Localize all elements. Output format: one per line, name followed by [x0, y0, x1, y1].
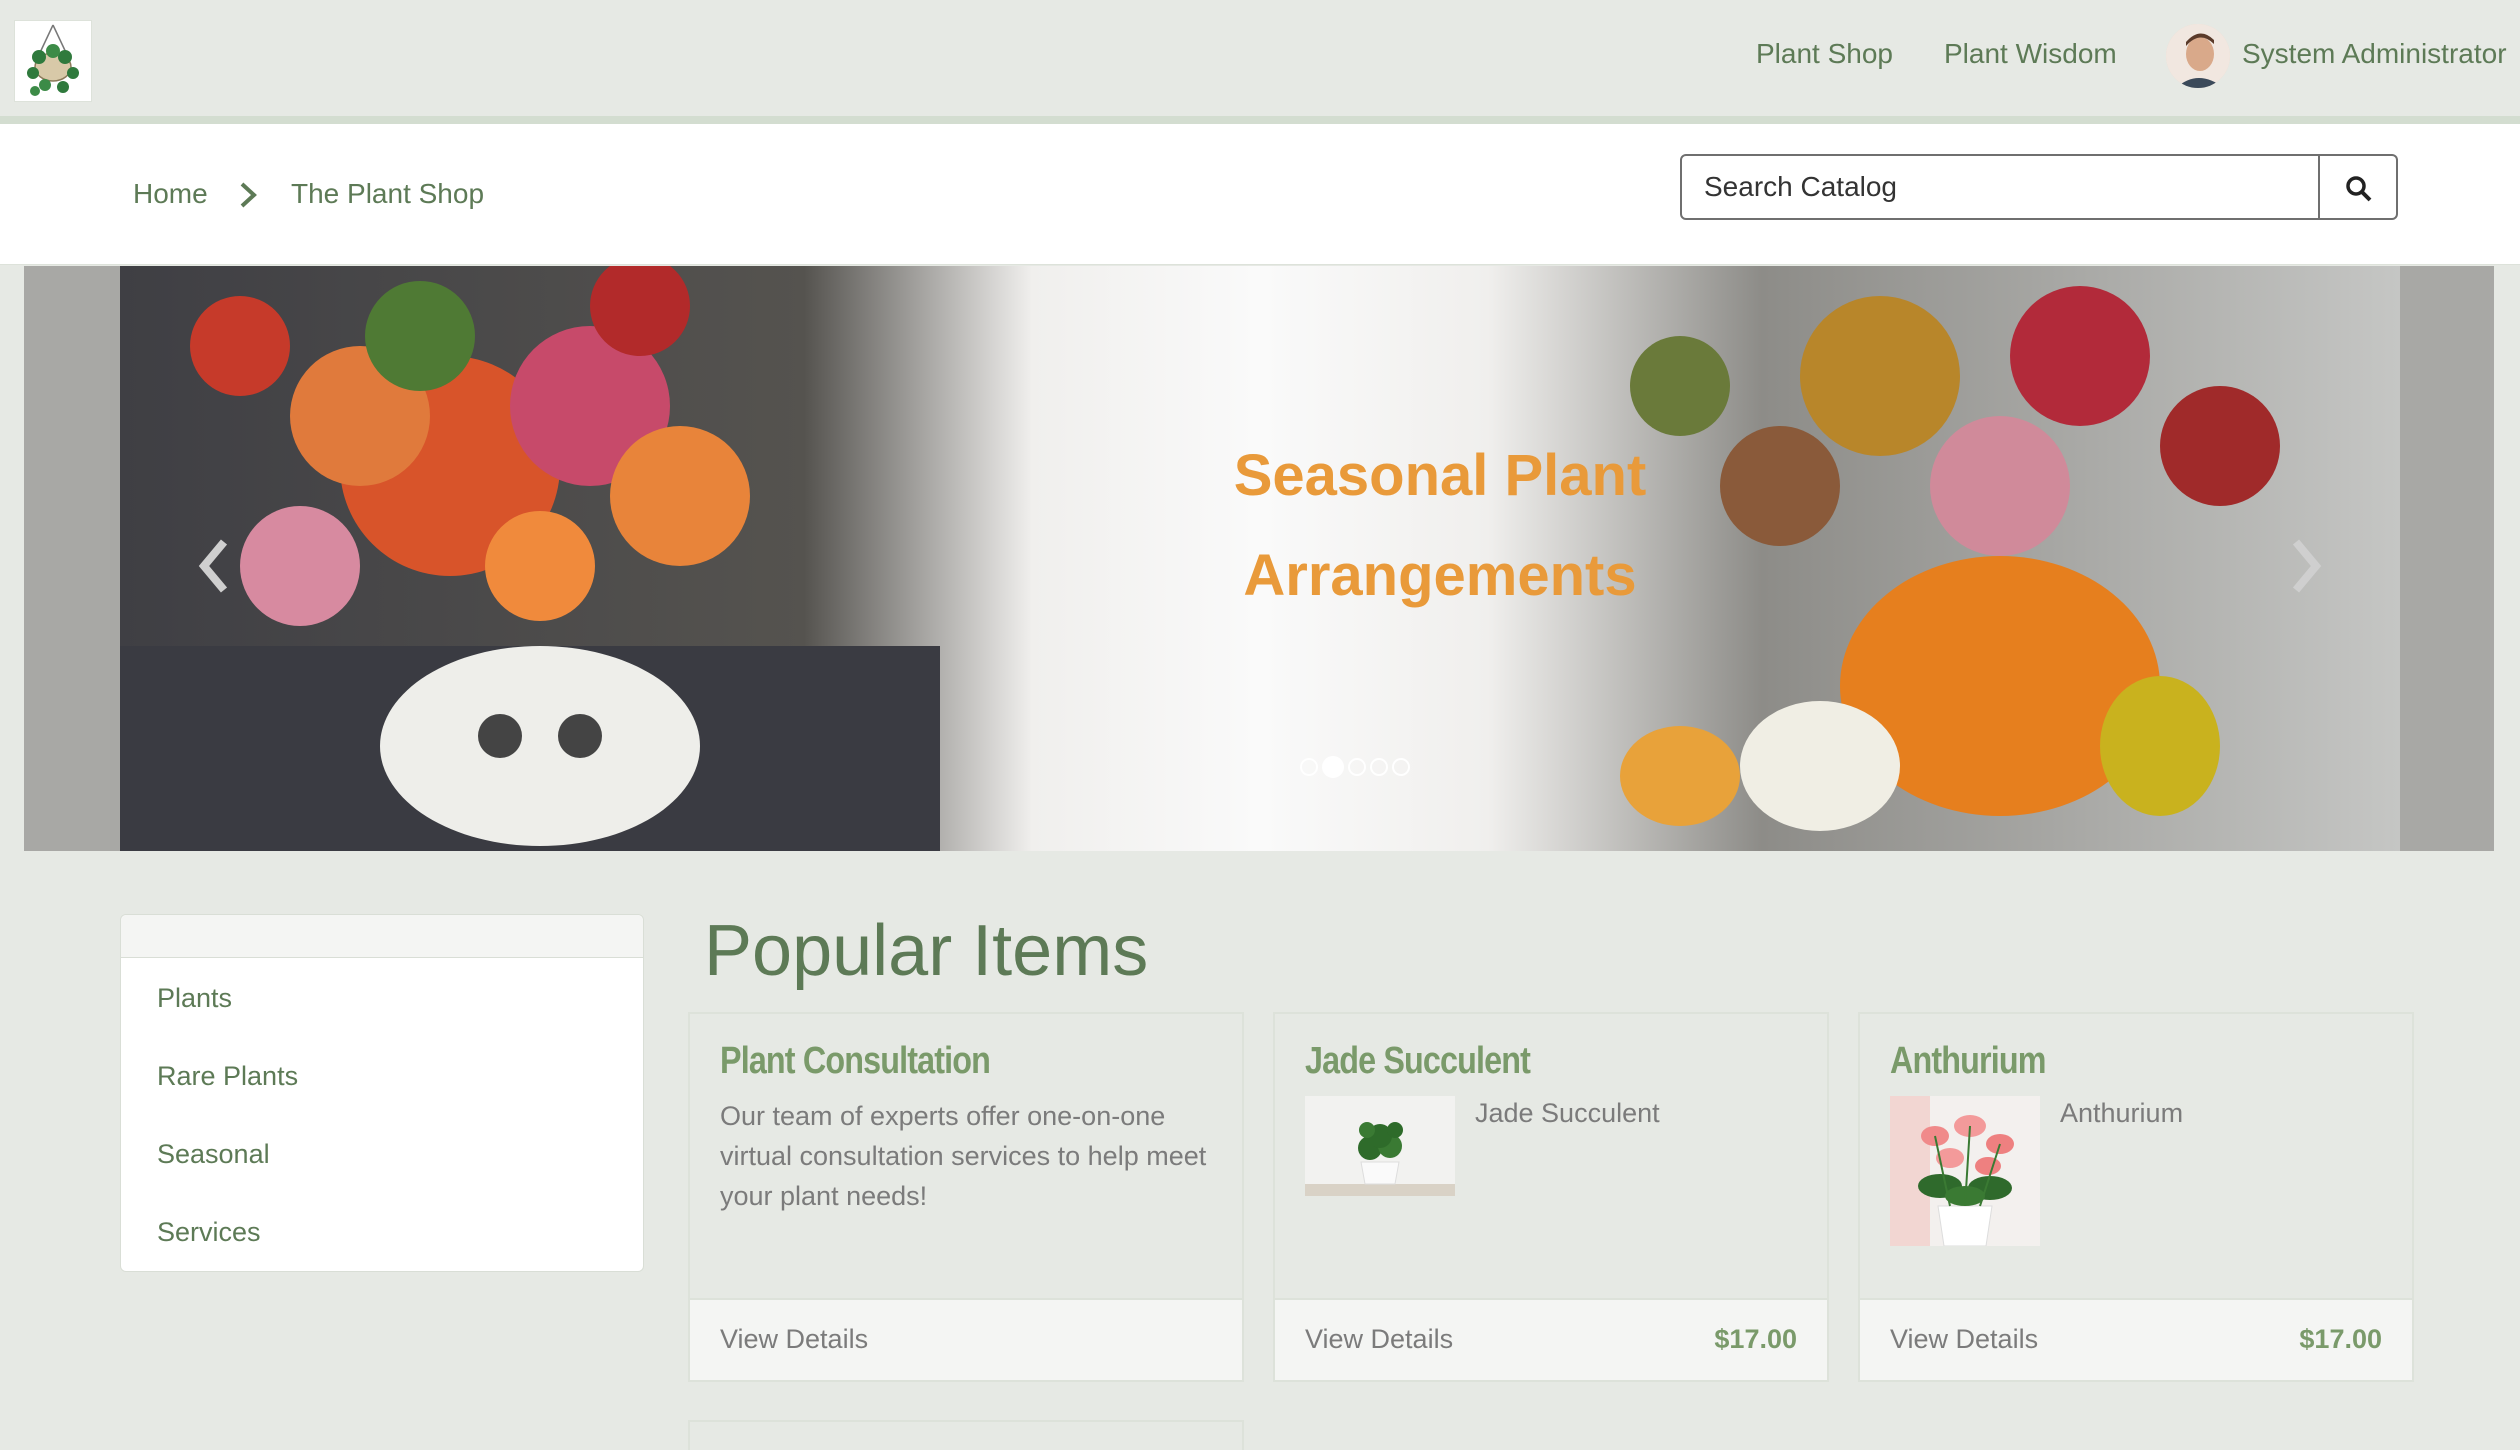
carousel-dot[interactable] [1322, 756, 1344, 778]
carousel-dot[interactable] [1370, 758, 1388, 776]
card-title[interactable]: Jade Succulent [1305, 1040, 1531, 1083]
nav-plant-shop[interactable]: Plant Shop [1756, 38, 1893, 70]
breadcrumb-current: The Plant Shop [291, 178, 485, 209]
card-footer: View Details $17.00 [1275, 1298, 1827, 1380]
hero-title: Seasonal Plant Arrangements [1110, 426, 1770, 626]
price-label: $17.00 [1714, 1324, 1797, 1354]
search-button[interactable] [2320, 154, 2398, 220]
carousel-prev-icon[interactable] [194, 536, 234, 596]
sidebar-item-plants[interactable]: Plants [157, 983, 232, 1014]
chevron-right-icon [238, 180, 258, 215]
view-details-link[interactable]: View Details [720, 1324, 868, 1355]
hero-title-line2: Arrangements [1243, 543, 1637, 608]
carousel-dot[interactable] [1348, 758, 1366, 776]
plant-logo-icon[interactable] [14, 20, 92, 102]
product-card[interactable]: Jade Succulent Jade Succulent View Detai… [1273, 1012, 1829, 1382]
product-card-partial [688, 1420, 1244, 1450]
sidebar-item-rare-plants[interactable]: Rare Plants [157, 1061, 298, 1092]
search-icon [2344, 174, 2374, 209]
hero-banner-image: Seasonal Plant Arrangements [120, 266, 2400, 851]
carousel-indicators [1300, 756, 1410, 778]
view-details-link[interactable]: View Details [1890, 1324, 2038, 1355]
hero-title-line1: Seasonal Plant [1233, 443, 1647, 508]
sidebar-item-services[interactable]: Services [157, 1217, 261, 1248]
search-input[interactable]: Search Catalog [1680, 154, 2320, 220]
breadcrumb-bar: Home The Plant Shop Search Catalog [0, 124, 2520, 265]
breadcrumb-home[interactable]: Home [133, 178, 208, 210]
hero-carousel: Seasonal Plant Arrangements [24, 266, 2494, 851]
view-details-link[interactable]: View Details [1305, 1324, 1453, 1355]
card-title[interactable]: Plant Consultation [720, 1040, 991, 1083]
product-card[interactable]: Plant Consultation Our team of experts o… [688, 1012, 1244, 1382]
card-description: Our team of experts offer one-on-one vir… [720, 1101, 1207, 1211]
card-subtitle: Anthurium [2060, 1098, 2184, 1128]
jade-succulent-image[interactable] [1305, 1096, 1455, 1196]
card-footer: View Details $17.00 [1860, 1298, 2412, 1380]
card-footer: View Details [690, 1298, 1242, 1380]
product-card[interactable]: Anthurium Anthurium View Details $17.00 [1858, 1012, 2414, 1382]
user-name[interactable]: System Administrator [2242, 38, 2507, 70]
sidebar-header [121, 915, 643, 958]
category-sidebar: Plants Rare Plants Seasonal Services [120, 914, 644, 1272]
avatar[interactable] [2166, 24, 2230, 88]
card-title[interactable]: Anthurium [1890, 1040, 2046, 1083]
carousel-dot[interactable] [1300, 758, 1318, 776]
anthurium-image[interactable] [1890, 1096, 2040, 1246]
card-subtitle: Jade Succulent [1475, 1098, 1660, 1128]
carousel-dot[interactable] [1392, 758, 1410, 776]
sidebar-item-seasonal[interactable]: Seasonal [157, 1139, 270, 1170]
section-title: Popular Items [704, 911, 1149, 991]
carousel-next-icon[interactable] [2286, 536, 2326, 596]
nav-plant-wisdom[interactable]: Plant Wisdom [1944, 38, 2117, 70]
price-label: $17.00 [2299, 1324, 2382, 1354]
top-navbar: Plant Shop Plant Wisdom System Administr… [0, 0, 2520, 124]
